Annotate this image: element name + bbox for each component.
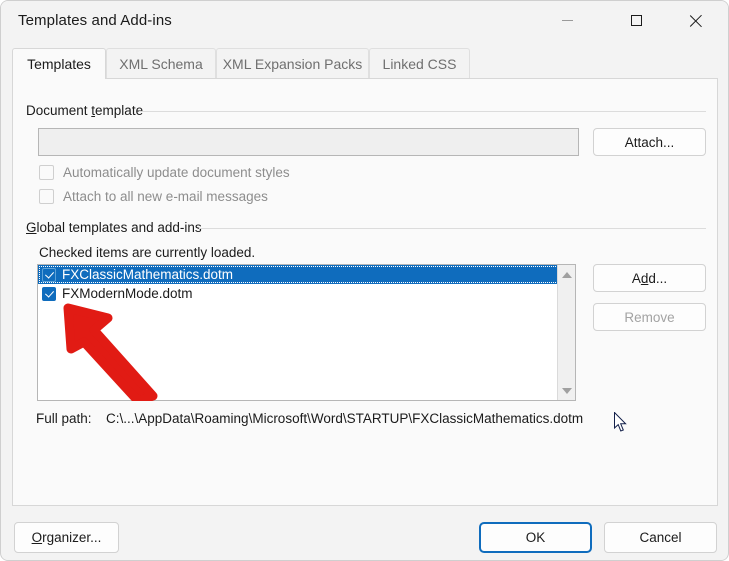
ok-button[interactable]: OK: [479, 522, 592, 553]
close-button[interactable]: [673, 1, 719, 39]
scroll-down-button[interactable]: [558, 382, 575, 399]
full-path-label: Full path:: [36, 411, 92, 426]
global-templates-group-divider: [199, 228, 706, 229]
tab-xml-schema-label: XML Schema: [119, 56, 203, 72]
close-icon: [689, 13, 703, 27]
listbox-vertical-scrollbar[interactable]: [557, 265, 575, 400]
tab-xml-expansion-packs-label: XML Expansion Packs: [222, 56, 363, 72]
maximize-button[interactable]: [613, 1, 659, 39]
window-title: Templates and Add-ins: [18, 12, 172, 29]
title-bar[interactable]: Templates and Add-ins: [1, 1, 728, 41]
full-path-value: C:\...\AppData\Roaming\Microsoft\Word\ST…: [106, 411, 584, 426]
attach-all-email-checkbox-box[interactable]: [39, 189, 54, 204]
minimize-button[interactable]: [544, 1, 590, 39]
document-template-group-divider: [139, 111, 706, 112]
tab-xml-schema[interactable]: XML Schema: [106, 48, 216, 79]
attach-all-email-label: Attach to all new e-mail messages: [63, 189, 268, 204]
global-templates-group-label: Global templates and add-ins: [26, 220, 202, 235]
mouse-cursor-icon: [614, 412, 627, 432]
tab-xml-expansion-packs[interactable]: XML Expansion Packs: [216, 48, 369, 79]
tab-linked-css-label: Linked CSS: [382, 56, 457, 72]
add-button[interactable]: Ad d...: [593, 264, 706, 292]
scroll-up-button[interactable]: [558, 266, 575, 283]
list-item-checkbox[interactable]: [42, 286, 56, 301]
attach-button[interactable]: Attach...: [593, 128, 706, 156]
tab-strip: Templates XML Schema XML Expansion Packs…: [12, 48, 718, 79]
tab-linked-css[interactable]: Linked CSS: [369, 48, 470, 79]
templates-and-addins-dialog: Templates and Add-ins Templates XML Sche…: [0, 0, 729, 561]
list-item[interactable]: FXModernMode.dotm: [38, 284, 575, 303]
document-template-path-input[interactable]: [38, 128, 579, 156]
chevron-down-icon: [561, 387, 572, 394]
organizer-button[interactable]: Organizer...: [14, 522, 119, 553]
list-item-label: FXModernMode.dotm: [62, 286, 193, 301]
global-templates-listbox[interactable]: FXClassicMathematics.dotm FXModernMode.d…: [37, 264, 576, 401]
remove-button: Remove: [593, 303, 706, 331]
maximize-icon: [630, 14, 642, 26]
auto-update-styles-checkbox-box[interactable]: [39, 165, 54, 180]
tab-templates-label: Templates: [27, 56, 91, 72]
checked-items-hint: Checked items are currently loaded.: [39, 245, 256, 260]
tab-templates[interactable]: Templates: [12, 48, 106, 79]
minimize-icon: [561, 19, 573, 21]
auto-update-styles-checkbox[interactable]: Automatically update document styles: [39, 165, 290, 180]
cancel-button[interactable]: Cancel: [604, 522, 717, 553]
auto-update-styles-label: Automatically update document styles: [63, 165, 290, 180]
chevron-up-icon: [561, 271, 572, 278]
list-item-checkbox[interactable]: [42, 267, 56, 282]
list-item[interactable]: FXClassicMathematics.dotm: [38, 265, 575, 284]
document-template-group-label: Document template: [26, 103, 144, 118]
attach-all-email-checkbox[interactable]: Attach to all new e-mail messages: [39, 189, 268, 204]
list-item-label: FXClassicMathematics.dotm: [62, 267, 234, 282]
